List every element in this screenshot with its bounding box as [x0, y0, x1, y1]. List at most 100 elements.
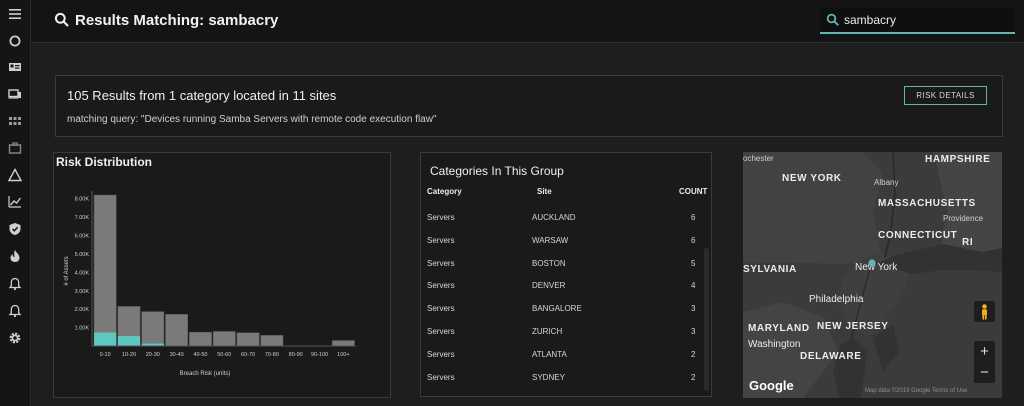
table-row[interactable]: Servers SYDNEY 2 — [421, 366, 701, 388]
map-label-new-jersey: NEW JERSEY — [817, 321, 889, 332]
top-bar: Results Matching: sambacry — [31, 0, 1024, 43]
refresh-icon[interactable] — [7, 33, 23, 49]
categories-title: Categories In This Group — [430, 164, 564, 178]
x-tick-label: 100+ — [337, 352, 349, 358]
y-tick-label: 5.00K — [75, 252, 90, 258]
grid-dots-icon[interactable] — [7, 113, 23, 129]
warning-triangle-icon[interactable] — [7, 167, 23, 183]
categories-scrollbar[interactable] — [704, 248, 709, 391]
x-tick-label: 50-60 — [217, 352, 231, 358]
bar — [141, 311, 165, 347]
map-label-rochester: ochester — [743, 154, 774, 163]
matching-query-text: matching query: "Devices running Samba S… — [67, 114, 437, 125]
bar — [260, 335, 284, 347]
zoom-out-button[interactable]: − — [974, 362, 995, 383]
row-site: BOSTON — [532, 258, 566, 268]
row-category: Servers — [427, 213, 455, 222]
flame-icon[interactable] — [7, 248, 23, 264]
bar-highlight — [94, 332, 117, 346]
row-category: Servers — [427, 281, 455, 291]
map-label-albany: Albany — [874, 178, 899, 187]
bar — [189, 331, 212, 347]
table-row[interactable]: Servers ATLANTA 2 — [421, 343, 701, 365]
map-label-massachusetts: MASSACHUSETTS — [878, 198, 976, 209]
trend-chart-icon[interactable] — [7, 194, 23, 210]
bell-alert-icon[interactable] — [7, 303, 23, 319]
row-site: ATLANTA — [532, 349, 567, 359]
row-count: 6 — [691, 235, 696, 245]
devices-icon[interactable] — [7, 86, 23, 102]
risk-distribution-title: Risk Distribution — [56, 155, 153, 169]
row-category: Servers — [427, 349, 455, 359]
x-tick-label: 40-50 — [193, 352, 207, 358]
bar — [331, 340, 355, 347]
column-header-site[interactable]: Site — [537, 187, 552, 196]
categories-table-body: Servers AUCKLAND 6 Servers WARSAW 6 Servers BOS… — [421, 197, 701, 390]
map-label-maryland: MARYLAND — [748, 323, 810, 334]
map-label-washington: Washington — [748, 339, 801, 350]
column-header-category[interactable]: Category — [427, 187, 462, 196]
x-tick-label: 0-10 — [100, 352, 111, 358]
categories-panel: Categories In This Group Category Site C… — [420, 152, 712, 397]
row-site: AUCKLAND — [532, 213, 576, 222]
bar — [212, 331, 236, 347]
map-zoom-controls: + − — [974, 341, 995, 383]
row-count: 6 — [691, 213, 696, 222]
map-label-connecticut: CONNECTICUT — [878, 230, 958, 241]
x-tick-label: 70-80 — [265, 352, 279, 358]
x-tick-label: 30-40 — [170, 352, 184, 358]
risk-distribution-chart: 1.00K 2.00K 3.00K 4.00K 5.00K 6.00K 7.00K 8.00K… — [64, 191, 356, 377]
gear-icon[interactable] — [7, 330, 23, 346]
search-input[interactable] — [844, 10, 1009, 30]
briefcase-icon[interactable] — [7, 140, 23, 156]
map-label-new-york-state: NEW YORK — [782, 173, 842, 184]
row-category: Servers — [427, 327, 455, 336]
map-label-delaware: DELAWARE — [800, 351, 862, 362]
results-summary-card: 105 Results from 1 category located in 1… — [55, 75, 1003, 137]
row-count: 2 — [691, 349, 696, 359]
map-geography — [743, 152, 1002, 398]
table-row[interactable]: Servers BOSTON 5 — [421, 252, 701, 274]
bell-icon[interactable] — [7, 276, 23, 292]
zoom-in-button[interactable]: + — [974, 341, 995, 362]
search-box[interactable] — [820, 8, 1015, 34]
id-card-icon[interactable] — [7, 59, 23, 75]
row-count: 2 — [691, 372, 696, 382]
row-site: WARSAW — [532, 235, 569, 245]
page-title: Results Matching: sambacry — [75, 12, 279, 29]
y-tick-label: 2.00K — [75, 307, 90, 313]
table-row[interactable]: Servers ZURICH 3 — [421, 320, 701, 342]
sites-map[interactable]: ochester HAMPSHIRE NEW YORK Albany MASSA… — [743, 152, 1002, 398]
map-label-rhode-island: RI — [962, 237, 974, 248]
map-label-philadelphia: Philadelphia — [809, 294, 864, 305]
map-attribution[interactable]: Map data ©2019 Google Terms of Use — [865, 388, 967, 394]
x-tick-label: 80-90 — [289, 352, 303, 358]
results-summary-title: 105 Results from 1 category located in 1… — [67, 88, 337, 103]
table-row[interactable]: Servers BANGALORE 3 — [421, 297, 701, 319]
row-count: 3 — [691, 304, 696, 314]
risk-details-button[interactable]: RISK DETAILS — [904, 86, 987, 105]
table-row[interactable]: Servers AUCKLAND 6 — [421, 206, 701, 228]
street-view-pegman-icon[interactable] — [974, 301, 995, 322]
x-tick-label: 20-30 — [146, 352, 160, 358]
row-count: 4 — [691, 281, 696, 291]
table-row[interactable]: Servers DENVER 4 — [421, 274, 701, 296]
y-tick-label: 6.00K — [75, 234, 90, 240]
y-tick-label: 4.00K — [75, 270, 90, 276]
y-tick-label: 8.00K — [75, 197, 90, 203]
site-marker-icon[interactable] — [867, 258, 877, 268]
search-icon — [826, 13, 839, 26]
map-label-providence: Providence — [943, 214, 984, 223]
menu-icon[interactable] — [7, 6, 23, 22]
y-tick-label: 3.00K — [75, 289, 90, 295]
y-tick-label: 1.00K — [75, 326, 90, 332]
table-row[interactable]: Servers WARSAW 6 — [421, 229, 701, 251]
x-tick-label: 10-20 — [122, 352, 136, 358]
row-count: 3 — [691, 327, 696, 336]
search-icon — [54, 12, 69, 27]
y-tick-label: 7.00K — [75, 215, 90, 221]
shield-check-icon[interactable] — [7, 221, 23, 237]
y-axis-label: # of Assets — [64, 256, 70, 285]
column-header-count[interactable]: COUNT — [679, 187, 707, 196]
row-category: Servers — [427, 258, 455, 268]
